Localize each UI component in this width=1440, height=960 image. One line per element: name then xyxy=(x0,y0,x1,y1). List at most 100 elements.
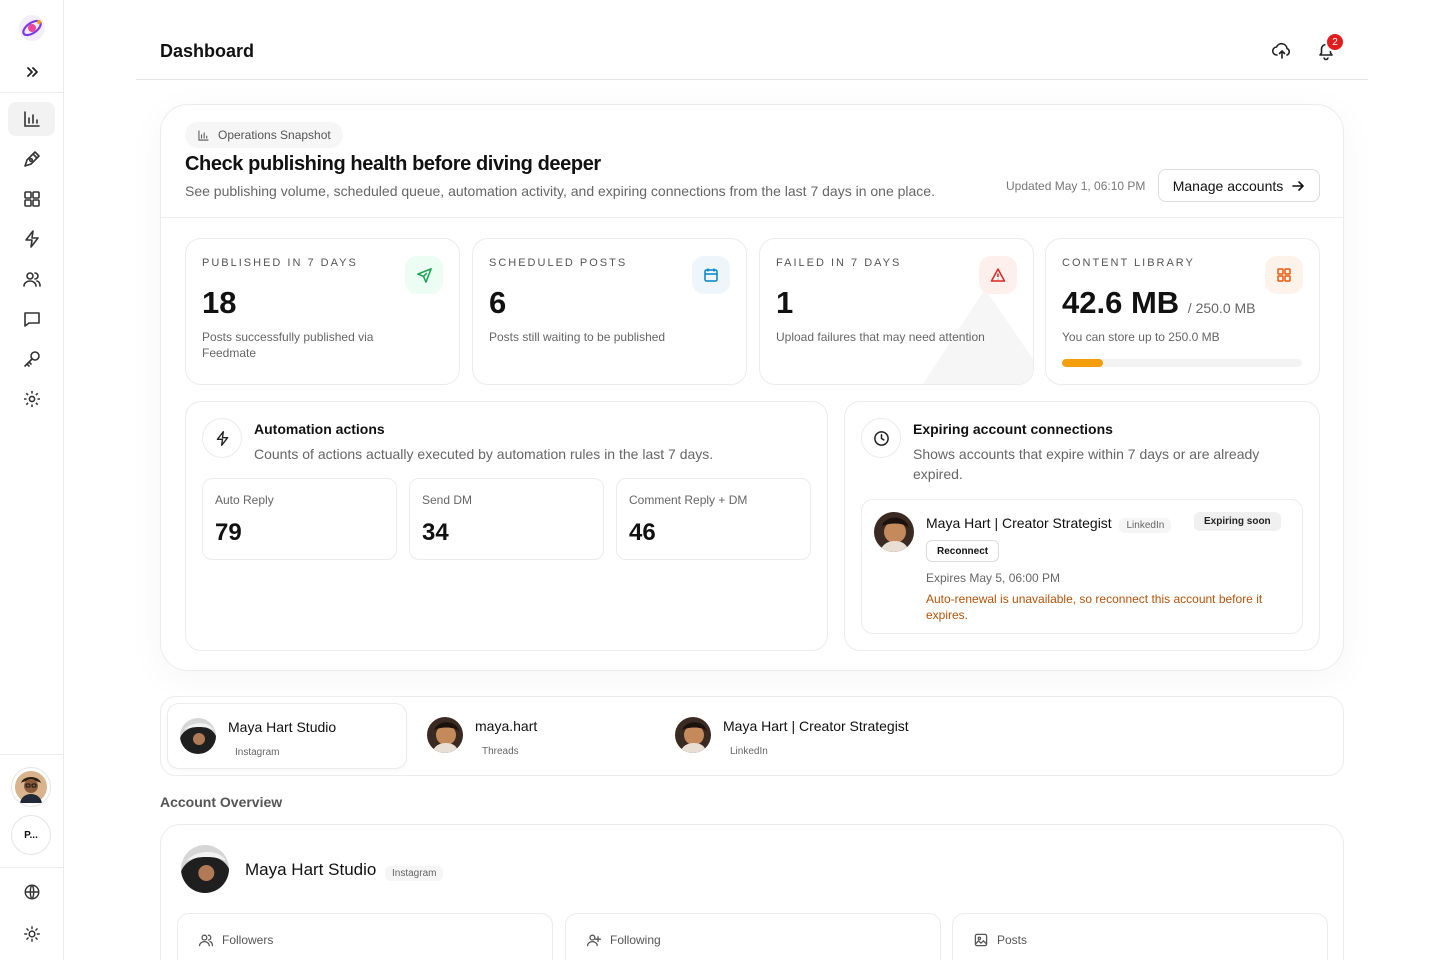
renewal-warning: Auto-renewal is unavailable, so reconnec… xyxy=(926,592,1263,622)
page-title: Dashboard xyxy=(160,41,255,61)
stat-label: Content library xyxy=(1062,257,1195,269)
key-icon xyxy=(23,351,40,367)
notification-count-badge: 2 xyxy=(1325,32,1345,52)
account-avatar xyxy=(427,717,463,753)
sidebar-divider xyxy=(0,92,63,93)
sidebar-item-api-keys[interactable] xyxy=(8,342,55,376)
expiring-desc-line: Shows accounts that expire within 7 days… xyxy=(913,446,1260,462)
account-name: Maya Hart Studio xyxy=(228,719,337,735)
stat-card-published: Published in 7 days 18 Posts successfull… xyxy=(185,238,460,385)
app-logo-icon[interactable] xyxy=(17,13,47,43)
platform-tag: LinkedIn xyxy=(1119,518,1172,533)
action-card-comment-reply-dm: Comment Reply + DM 46 xyxy=(616,478,811,560)
stat-desc: Posts successfully published via Feedmat… xyxy=(202,330,374,360)
send-icon xyxy=(405,256,443,294)
action-value: 34 xyxy=(422,519,449,546)
expiring-title: Expiring account connections xyxy=(913,421,1113,437)
message-icon xyxy=(23,312,40,327)
user-avatar[interactable] xyxy=(11,767,51,807)
stat-card-content-library: Content library 42.6 MB / 250.0 MB You c… xyxy=(1045,238,1320,385)
stat-value: 18 xyxy=(202,285,237,320)
account-chip-threads[interactable]: maya.hart Threads xyxy=(415,703,655,769)
platform-tag: Instagram xyxy=(385,863,444,881)
sun-icon xyxy=(23,926,40,942)
storage-progress-fill xyxy=(1062,359,1103,367)
expand-sidebar-icon[interactable] xyxy=(22,62,42,82)
stat-label: Scheduled posts xyxy=(489,257,628,269)
sidebar-item-dashboard[interactable] xyxy=(8,102,55,136)
metric-label: Followers xyxy=(198,932,273,948)
account-chip-instagram[interactable]: Maya Hart Studio Instagram xyxy=(167,703,407,769)
globe-icon xyxy=(24,884,39,900)
account-avatar xyxy=(675,717,711,753)
account-overview-card: Maya Hart Studio Instagram Followers Fol… xyxy=(160,824,1344,960)
image-icon xyxy=(974,933,988,947)
chart-icon xyxy=(23,111,40,127)
automation-desc: Counts of actions actually executed by a… xyxy=(254,446,714,462)
account-avatar xyxy=(180,718,216,754)
workspace-switcher[interactable]: P... xyxy=(11,815,51,855)
reconnect-button[interactable]: Reconnect xyxy=(926,540,1000,562)
expiring-account-card: Maya Hart | Creator Strategist LinkedIn … xyxy=(861,499,1303,634)
account-switcher: Maya Hart Studio Instagram maya.hart Thr… xyxy=(160,696,1344,776)
account-chip-linkedin[interactable]: Maya Hart | Creator Strategist LinkedIn xyxy=(663,703,963,769)
account-avatar xyxy=(874,512,914,552)
platform-tag: Threads xyxy=(482,746,519,757)
metric-card-following: Following xyxy=(565,913,941,960)
action-card-auto-reply: Auto Reply 79 xyxy=(202,478,397,560)
top-header: Dashboard 2 xyxy=(136,0,1368,80)
sidebar-item-automation[interactable] xyxy=(8,222,55,256)
theme-toggle-button[interactable] xyxy=(8,917,55,951)
action-label: Comment Reply + DM xyxy=(629,493,748,507)
expiring-desc: Shows accounts that expire within 7 days… xyxy=(913,444,1259,484)
gear-icon xyxy=(23,391,40,407)
clock-icon xyxy=(861,418,901,458)
stat-label: Failed in 7 days xyxy=(776,257,902,269)
stat-desc: Upload failures that may need attention xyxy=(776,330,985,344)
status-badge: Expiring soon xyxy=(1194,512,1281,531)
sidebar-item-messages[interactable] xyxy=(8,302,55,336)
sidebar-item-settings[interactable] xyxy=(8,382,55,416)
snapshot-pill: Operations Snapshot xyxy=(185,122,343,148)
platform-tag: Instagram xyxy=(235,747,280,758)
action-card-send-dm: Send DM 34 xyxy=(409,478,604,560)
grid-icon xyxy=(23,191,40,207)
snapshot-divider xyxy=(161,217,1343,218)
stat-card-scheduled: Scheduled posts 6 Posts still waiting to… xyxy=(472,238,747,385)
stat-value: 42.6 MB / 250.0 MB xyxy=(1062,285,1256,321)
stat-value: 1 xyxy=(776,285,794,320)
automation-title: Automation actions xyxy=(254,421,385,437)
sidebar-item-compose[interactable] xyxy=(8,142,55,176)
stat-desc: You can store up to 250.0 MB xyxy=(1062,330,1220,344)
automation-panel: Automation actions Counts of actions act… xyxy=(185,401,828,651)
language-button[interactable] xyxy=(8,875,55,909)
account-name: Maya Hart | Creator Strategist xyxy=(723,718,909,734)
sidebar-item-accounts[interactable] xyxy=(8,262,55,296)
action-label: Auto Reply xyxy=(215,493,274,507)
action-value: 79 xyxy=(215,519,242,546)
account-name: maya.hart xyxy=(475,718,538,734)
stat-card-failed: Failed in 7 days 1 Upload failures that … xyxy=(759,238,1034,385)
alert-icon xyxy=(979,256,1017,294)
updated-timestamp: Updated May 1, 06:10 PM xyxy=(1006,179,1146,193)
chart-icon xyxy=(198,129,209,141)
manage-accounts-label: Manage accounts xyxy=(1172,177,1284,194)
bolt-icon xyxy=(24,230,39,248)
manage-accounts-button[interactable]: Manage accounts xyxy=(1158,169,1320,202)
operations-snapshot-card: Operations Snapshot Check publishing hea… xyxy=(160,104,1344,671)
upload-button[interactable] xyxy=(1271,40,1293,62)
stat-desc: Posts still waiting to be published xyxy=(489,330,666,344)
sidebar-divider xyxy=(0,754,63,755)
expiring-desc-line: expired. xyxy=(913,466,963,482)
snapshot-subtitle: See publishing volume, scheduled queue, … xyxy=(185,183,935,199)
calendar-icon xyxy=(692,256,730,294)
action-value: 46 xyxy=(629,519,656,546)
users-icon xyxy=(22,272,41,287)
action-label: Send DM xyxy=(422,493,473,507)
workspace-initial: P... xyxy=(24,829,38,841)
metric-card-posts: Posts xyxy=(952,913,1328,960)
overview-account-name: Maya Hart Studio xyxy=(245,860,377,879)
storage-progress-bar xyxy=(1062,359,1302,367)
sidebar-item-library[interactable] xyxy=(8,182,55,216)
sidebar: P... xyxy=(0,0,64,960)
